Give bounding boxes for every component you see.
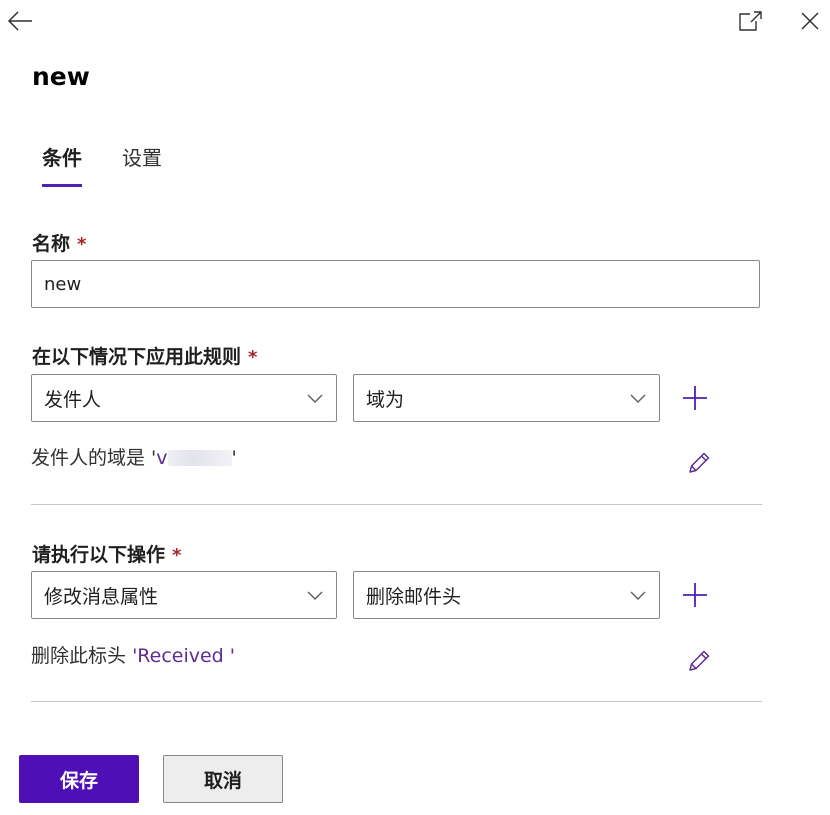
- pencil-icon: [689, 452, 710, 473]
- plus-icon: [683, 583, 707, 607]
- condition-label-text: 在以下情况下应用此规则: [32, 346, 242, 368]
- tab-settings[interactable]: 设置: [122, 142, 162, 171]
- condition-summary-text: 发件人的域是 ': [31, 447, 157, 469]
- action-label-text: 请执行以下操作: [32, 544, 166, 566]
- pop-out-icon: [739, 11, 762, 31]
- dropdown-selected-value: 修改消息属性: [44, 585, 159, 608]
- dropdown-selected-value: 发件人: [44, 388, 102, 411]
- name-input[interactable]: [31, 260, 760, 308]
- condition-section-label: 在以下情况下应用此规则 *: [32, 342, 257, 369]
- edit-action-button[interactable]: [684, 646, 714, 676]
- action-summary: 删除此标头 'Received ': [31, 641, 235, 668]
- section-divider: [31, 504, 762, 505]
- required-marker: *: [248, 347, 258, 368]
- chevron-down-icon: [307, 394, 323, 403]
- back-button[interactable]: [4, 6, 36, 36]
- action-section-label: 请执行以下操作 *: [32, 540, 181, 567]
- required-marker: *: [77, 234, 87, 255]
- condition-operator-dropdown[interactable]: 域为: [353, 374, 660, 422]
- condition-summary-suffix: ': [231, 447, 237, 469]
- action-type-dropdown[interactable]: 修改消息属性: [31, 571, 337, 619]
- tab-conditions[interactable]: 条件: [42, 142, 82, 187]
- action-summary-value: 'Received ': [132, 645, 235, 667]
- close-button[interactable]: [795, 6, 825, 36]
- dropdown-selected-value: 域为: [366, 388, 405, 411]
- pop-out-button[interactable]: [735, 8, 765, 34]
- section-divider: [31, 701, 762, 702]
- name-field-label: 名称 *: [32, 229, 86, 256]
- save-button[interactable]: 保存: [19, 755, 139, 803]
- condition-summary: 发件人的域是 'v ': [31, 443, 237, 470]
- close-icon: [801, 12, 819, 30]
- panel-title: new: [32, 62, 90, 91]
- chevron-down-icon: [307, 591, 323, 600]
- cancel-button[interactable]: 取消: [163, 755, 283, 803]
- edit-condition-button[interactable]: [684, 448, 714, 478]
- arrow-left-icon: [7, 11, 32, 31]
- pencil-icon: [689, 650, 710, 671]
- action-summary-text: 删除此标头: [31, 645, 127, 667]
- plus-icon: [683, 386, 707, 410]
- condition-property-dropdown[interactable]: 发件人: [31, 374, 337, 422]
- chevron-down-icon: [630, 394, 646, 403]
- dropdown-selected-value: 删除邮件头: [366, 585, 462, 608]
- chevron-down-icon: [630, 591, 646, 600]
- redacted-block: [167, 450, 232, 466]
- condition-summary-value: v: [156, 447, 168, 469]
- action-detail-dropdown[interactable]: 删除邮件头: [353, 571, 660, 619]
- name-label-text: 名称: [32, 233, 71, 255]
- add-condition-button[interactable]: [680, 383, 710, 413]
- required-marker: *: [172, 545, 182, 566]
- add-action-button[interactable]: [680, 580, 710, 610]
